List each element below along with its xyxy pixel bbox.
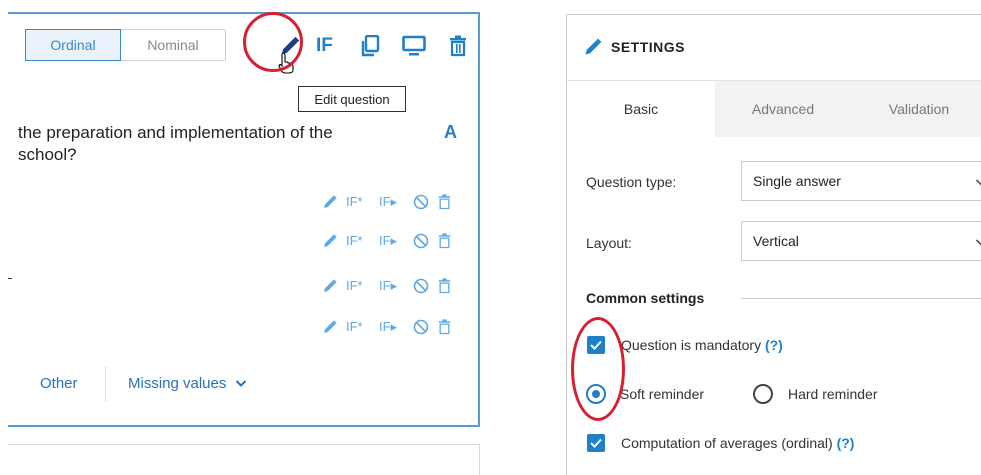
other-option-link[interactable]: Other <box>40 375 78 392</box>
mandatory-label: Question is mandatory (?) <box>621 337 783 353</box>
trash-icon[interactable] <box>438 194 451 210</box>
answer-row-tools: IF* IF▸ <box>322 233 482 253</box>
highlight-circle-options <box>571 317 625 421</box>
tab-validation[interactable]: Validation <box>851 81 981 137</box>
if-star-button[interactable]: IF* <box>346 278 363 293</box>
if-arrow-button[interactable]: IF▸ <box>379 194 397 210</box>
answer-row-tools: IF* IF▸ <box>322 194 482 214</box>
averages-checkbox[interactable] <box>587 434 605 452</box>
delete-question-button[interactable] <box>446 34 470 58</box>
pencil-icon[interactable] <box>322 319 338 335</box>
question-type-value: Single answer <box>753 173 841 189</box>
block-icon[interactable] <box>413 278 429 294</box>
trash-icon[interactable] <box>438 319 451 335</box>
question-text-line: school? <box>18 145 77 164</box>
trash-icon[interactable] <box>438 233 451 249</box>
settings-header: SETTINGS <box>567 15 981 81</box>
divider <box>105 366 106 402</box>
nominal-toggle-button[interactable]: Nominal <box>121 30 225 60</box>
settings-title: SETTINGS <box>611 39 686 55</box>
next-question-card <box>8 444 480 475</box>
help-link[interactable]: (?) <box>765 337 783 353</box>
divider <box>741 298 981 299</box>
if-star-button[interactable]: IF* <box>346 319 363 334</box>
chevron-down-icon <box>975 179 981 186</box>
missing-values-label: Missing values <box>128 375 227 392</box>
pencil-icon[interactable] <box>322 233 338 249</box>
pencil-icon[interactable] <box>322 278 338 294</box>
question-editor-card: Ordinal Nominal IF Edit question the pre… <box>8 12 480 427</box>
tab-basic[interactable]: Basic <box>567 81 715 137</box>
help-link[interactable]: (?) <box>837 435 855 451</box>
settings-tabs: Basic Advanced Validation <box>567 81 981 137</box>
chevron-down-icon <box>235 380 246 387</box>
mandatory-label-text: Question is mandatory <box>621 337 762 353</box>
answer-row-tools: IF* IF▸ <box>322 278 482 298</box>
question-type-label: Question type: <box>586 174 677 190</box>
edit-question-tooltip: Edit question <box>298 86 406 112</box>
pencil-icon[interactable] <box>322 194 338 210</box>
layout-value: Vertical <box>753 233 799 249</box>
monitor-icon <box>402 35 426 56</box>
text-format-button[interactable]: A <box>444 122 457 143</box>
check-icon <box>590 438 602 448</box>
ordinal-toggle-button[interactable]: Ordinal <box>25 29 121 61</box>
if-star-button[interactable]: IF* <box>346 194 363 209</box>
pencil-icon <box>585 38 602 55</box>
settings-panel: SETTINGS Basic Advanced Validation Quest… <box>566 14 981 475</box>
block-icon[interactable] <box>413 194 429 210</box>
if-arrow-button[interactable]: IF▸ <box>379 319 397 335</box>
tab-advanced[interactable]: Advanced <box>715 81 851 137</box>
copy-icon <box>361 35 380 57</box>
left-edge-tick <box>8 278 12 279</box>
answer-options-bar: Other Missing values <box>8 366 478 402</box>
if-arrow-button[interactable]: IF▸ <box>379 233 397 249</box>
copy-button[interactable] <box>358 34 382 58</box>
averages-label: Computation of averages (ordinal) (?) <box>621 435 854 451</box>
chevron-down-icon <box>975 239 981 246</box>
block-icon[interactable] <box>413 233 429 249</box>
missing-values-dropdown[interactable]: Missing values <box>128 375 247 392</box>
hard-reminder-label: Hard reminder <box>788 386 878 402</box>
preview-button[interactable] <box>402 34 426 58</box>
question-text-line: the preparation and implementation of th… <box>18 123 333 142</box>
hard-reminder-radio[interactable] <box>753 384 773 404</box>
layout-label: Layout: <box>586 235 632 251</box>
answer-row-tools: IF* IF▸ <box>322 319 482 339</box>
soft-reminder-label: Soft reminder <box>620 386 705 402</box>
if-logic-button[interactable]: IF <box>316 35 333 57</box>
trash-icon[interactable] <box>438 278 451 294</box>
block-icon[interactable] <box>413 319 429 335</box>
highlight-circle-edit <box>243 12 303 72</box>
if-star-button[interactable]: IF* <box>346 233 363 248</box>
question-text: the preparation and implementation of th… <box>18 122 418 166</box>
if-arrow-button[interactable]: IF▸ <box>379 278 397 294</box>
question-type-select[interactable]: Single answer <box>741 161 981 201</box>
scale-toggle: Ordinal Nominal <box>25 29 226 61</box>
trash-icon <box>450 35 466 57</box>
common-settings-heading: Common settings <box>586 290 705 306</box>
layout-select[interactable]: Vertical <box>741 221 981 261</box>
averages-label-text: Computation of averages (ordinal) <box>621 435 833 451</box>
